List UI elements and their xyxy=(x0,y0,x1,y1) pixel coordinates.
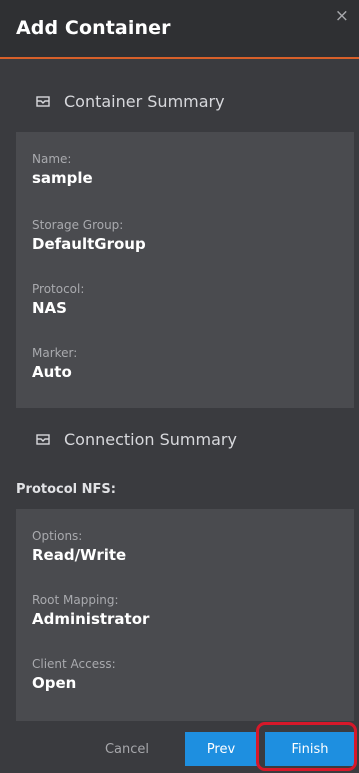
connection-summary-title: Connection Summary xyxy=(64,429,237,449)
connection-summary-heading: Connection Summary xyxy=(36,422,237,456)
field-label: Name: xyxy=(32,152,72,166)
field-value: Read/Write xyxy=(32,546,127,564)
field-label: Root Mapping: xyxy=(32,593,119,607)
field-value: Open xyxy=(32,674,77,692)
add-container-dialog: Add Container × Container Summary Name: … xyxy=(0,0,359,773)
root-mapping-field: Root Mapping: Administrator xyxy=(32,593,149,629)
envelope-icon xyxy=(36,96,50,107)
field-label: Options: xyxy=(32,529,83,543)
field-value: Administrator xyxy=(32,610,150,628)
field-label: Marker: xyxy=(32,346,78,360)
field-value: DefaultGroup xyxy=(32,235,146,253)
field-value: Auto xyxy=(32,363,72,381)
options-field: Options: Read/Write xyxy=(32,529,126,565)
name-field: Name: sample xyxy=(32,152,93,188)
field-value: sample xyxy=(32,169,93,187)
connection-summary-panel: Options: Read/Write Root Mapping: Admini… xyxy=(16,509,354,721)
container-summary-panel: Name: sample Storage Group: DefaultGroup… xyxy=(16,132,354,408)
dialog-header: Add Container × xyxy=(0,0,359,58)
container-summary-title: Container Summary xyxy=(64,91,225,111)
protocol-nfs-title: Protocol NFS: xyxy=(16,482,116,497)
field-label: Client Access: xyxy=(32,657,116,671)
field-value: NAS xyxy=(32,299,67,317)
dialog-title: Add Container xyxy=(16,17,171,39)
close-icon[interactable]: × xyxy=(335,8,349,25)
envelope-icon xyxy=(36,434,50,445)
header-accent-line xyxy=(0,57,359,59)
field-label: Protocol: xyxy=(32,282,85,296)
marker-field: Marker: Auto xyxy=(32,346,77,382)
cancel-button[interactable]: Cancel xyxy=(80,732,174,766)
field-label: Storage Group: xyxy=(32,218,124,232)
container-summary-heading: Container Summary xyxy=(36,84,225,118)
storage-group-field: Storage Group: DefaultGroup xyxy=(32,218,146,254)
client-access-field: Client Access: Open xyxy=(32,657,116,693)
prev-button[interactable]: Prev xyxy=(185,732,257,766)
finish-button[interactable]: Finish xyxy=(265,732,355,766)
protocol-field: Protocol: NAS xyxy=(32,282,84,318)
